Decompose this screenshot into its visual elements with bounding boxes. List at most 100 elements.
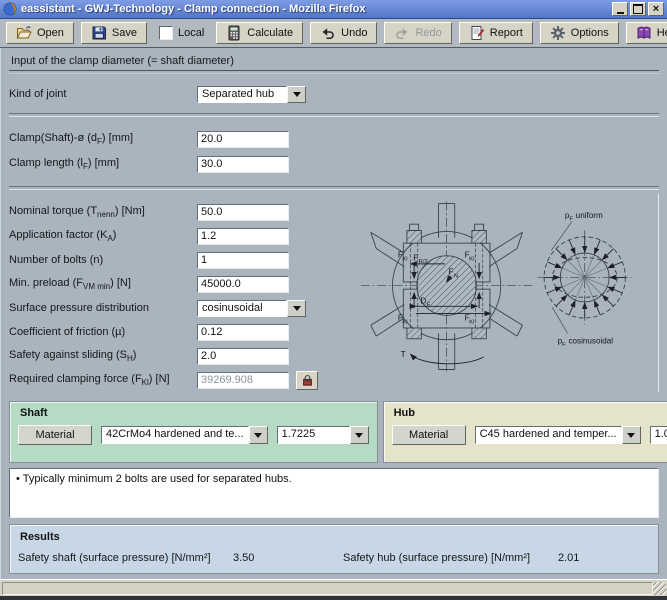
clamp-length-input[interactable] — [197, 156, 289, 173]
surface-pressure-value: cosinusoidal — [197, 300, 287, 317]
open-button[interactable]: Open — [6, 22, 74, 44]
force-label-sub: Kl — [402, 256, 407, 262]
toolbar: Open Save Local Calculate Undo Redo Repo… — [0, 19, 667, 48]
shaft-material-number-select[interactable]: 1.7225 — [277, 426, 369, 444]
min-preload-input[interactable] — [197, 276, 289, 293]
statusbar — [0, 579, 667, 596]
help-button[interactable]: Help — [626, 22, 667, 44]
calculate-button[interactable]: Calculate — [216, 22, 303, 44]
label-text: ) [N] — [110, 277, 131, 289]
nominal-torque-label: Nominal torque (Tnenn) [Nm] — [9, 205, 197, 219]
number-of-bolts-label: Number of bolts (n) — [9, 254, 197, 266]
combo-arrow-button[interactable] — [287, 300, 306, 317]
titlebar: eassistant - GWJ-Technology - Clamp conn… — [0, 0, 667, 19]
shaft-panel-title: Shaft — [20, 407, 369, 419]
application-factor-input[interactable] — [197, 228, 289, 245]
label-text: Clamp(Shaft)-ø (d — [9, 132, 97, 144]
checkbox-icon[interactable] — [159, 26, 173, 40]
label-text: Clamp length (l — [9, 157, 83, 169]
maximize-icon — [633, 4, 643, 14]
save-button-label: Save — [112, 27, 137, 39]
required-clamping-force-input — [197, 372, 289, 389]
label-text: ) [Nm] — [115, 205, 145, 217]
combo-arrow-button[interactable] — [287, 86, 306, 103]
shaft-material-number-value: 1.7225 — [277, 426, 350, 444]
shaft-material-button[interactable]: Material — [18, 425, 92, 445]
friction-coefficient-label: Coefficient of friction (µ) — [9, 326, 197, 338]
gear-icon — [550, 25, 566, 41]
redo-button[interactable]: Redo — [384, 22, 451, 44]
label-text: Required clamping force (F — [9, 373, 142, 385]
report-button[interactable]: Report — [459, 22, 533, 44]
hub-material-value: C45 hardened and temper... — [475, 426, 622, 444]
label-text: Coefficient of friction (µ) — [9, 326, 125, 338]
min-preload-row: Min. preload (FVM min) [N] — [9, 272, 357, 296]
force-label-sub: Kl — [469, 256, 474, 262]
lock-button[interactable] — [296, 371, 318, 390]
options-button[interactable]: Options — [540, 22, 619, 44]
help-book-icon — [636, 25, 652, 41]
maximize-button[interactable] — [630, 2, 646, 16]
local-checkbox[interactable]: Local — [159, 26, 204, 40]
hub-material-select[interactable]: C45 hardened and temper... — [475, 426, 641, 444]
message-box: • Typically minimum 2 bolts are used for… — [9, 468, 659, 518]
label-text: Number of bolts (n) — [9, 254, 103, 266]
kind-of-joint-value: Separated hub — [197, 86, 287, 103]
label-text: Safety against sliding (S — [9, 349, 127, 361]
label-text: Nominal torque (T — [9, 205, 97, 217]
combo-arrow-button[interactable] — [622, 426, 641, 444]
surface-pressure-select[interactable]: cosinusoidal — [197, 300, 306, 317]
close-button[interactable]: × — [648, 2, 664, 16]
section-title: Input of the clamp diameter (= shaft dia… — [11, 55, 659, 67]
clamp-diameter-label: Clamp(Shaft)-ø (dF) [mm] — [9, 132, 197, 146]
number-of-bolts-input[interactable] — [197, 252, 289, 269]
window-title: eassistant - GWJ-Technology - Clamp conn… — [21, 3, 612, 15]
window-bottom-border — [0, 596, 667, 600]
safety-sliding-input[interactable] — [197, 348, 289, 365]
divider — [9, 186, 659, 190]
results-title: Results — [20, 531, 658, 543]
combo-arrow-button[interactable] — [350, 426, 369, 444]
parameters-form: Nominal torque (Tnenn) [Nm] Application … — [9, 194, 357, 392]
parameters-section: Nominal torque (Tnenn) [Nm] Application … — [9, 194, 659, 392]
main-content: Input of the clamp diameter (= shaft dia… — [0, 48, 667, 579]
nominal-torque-input[interactable] — [197, 204, 289, 221]
friction-coefficient-input[interactable] — [197, 324, 289, 341]
dimension-label-sub: F — [426, 302, 430, 308]
force-label-sub: N — [453, 273, 457, 279]
status-message-field — [2, 582, 653, 595]
floppy-disk-icon — [91, 25, 107, 41]
safety-shaft-label: Safety shaft (surface pressure) [N/mm²] — [18, 552, 233, 564]
calculator-icon — [226, 25, 242, 41]
shaft-material-row: Material 42CrMo4 hardened and te... 1.72… — [18, 425, 369, 445]
hub-material-number-select[interactable]: 1.0503 — [650, 426, 667, 444]
minimize-button[interactable] — [612, 2, 628, 16]
kind-of-joint-row: Kind of joint Separated hub — [9, 83, 659, 105]
undo-button[interactable]: Undo — [310, 22, 377, 44]
label-text: Min. preload (F — [9, 277, 83, 289]
save-button[interactable]: Save — [81, 22, 147, 44]
pressure-cosinusoidal-label-sub: F — [562, 342, 566, 348]
hub-material-number-value: 1.0503 — [650, 426, 667, 444]
hub-panel: Hub Material C45 hardened and temper... … — [383, 401, 667, 463]
hub-material-button[interactable]: Material — [392, 425, 466, 445]
shaft-material-select[interactable]: 42CrMo4 hardened and te... — [101, 426, 268, 444]
shaft-panel: Shaft Material 42CrMo4 hardened and te..… — [9, 401, 378, 463]
hub-material-row: Material C45 hardened and temper... 1.05… — [392, 425, 667, 445]
force-label-sub: Kl — [402, 319, 407, 325]
min-preload-label: Min. preload (FVM min) [N] — [9, 277, 197, 291]
dimension-label: D — [420, 297, 426, 306]
safety-hub-label: Safety hub (surface pressure) [N/mm²] — [343, 552, 558, 564]
kind-of-joint-select[interactable]: Separated hub — [197, 86, 306, 103]
friction-coefficient-row: Coefficient of friction (µ) — [9, 320, 357, 344]
combo-arrow-button[interactable] — [249, 426, 268, 444]
report-document-icon — [469, 25, 485, 41]
open-folder-icon — [16, 25, 32, 41]
nominal-torque-row: Nominal torque (Tnenn) [Nm] — [9, 200, 357, 224]
results-panel: Results Safety shaft (surface pressure) … — [9, 524, 659, 574]
chevron-down-icon — [293, 92, 301, 101]
resize-grip[interactable] — [653, 582, 666, 595]
options-button-label: Options — [571, 27, 609, 39]
required-clamping-force-row: Required clamping force (FKl) [N] — [9, 368, 357, 392]
clamp-diameter-input[interactable] — [197, 131, 289, 148]
